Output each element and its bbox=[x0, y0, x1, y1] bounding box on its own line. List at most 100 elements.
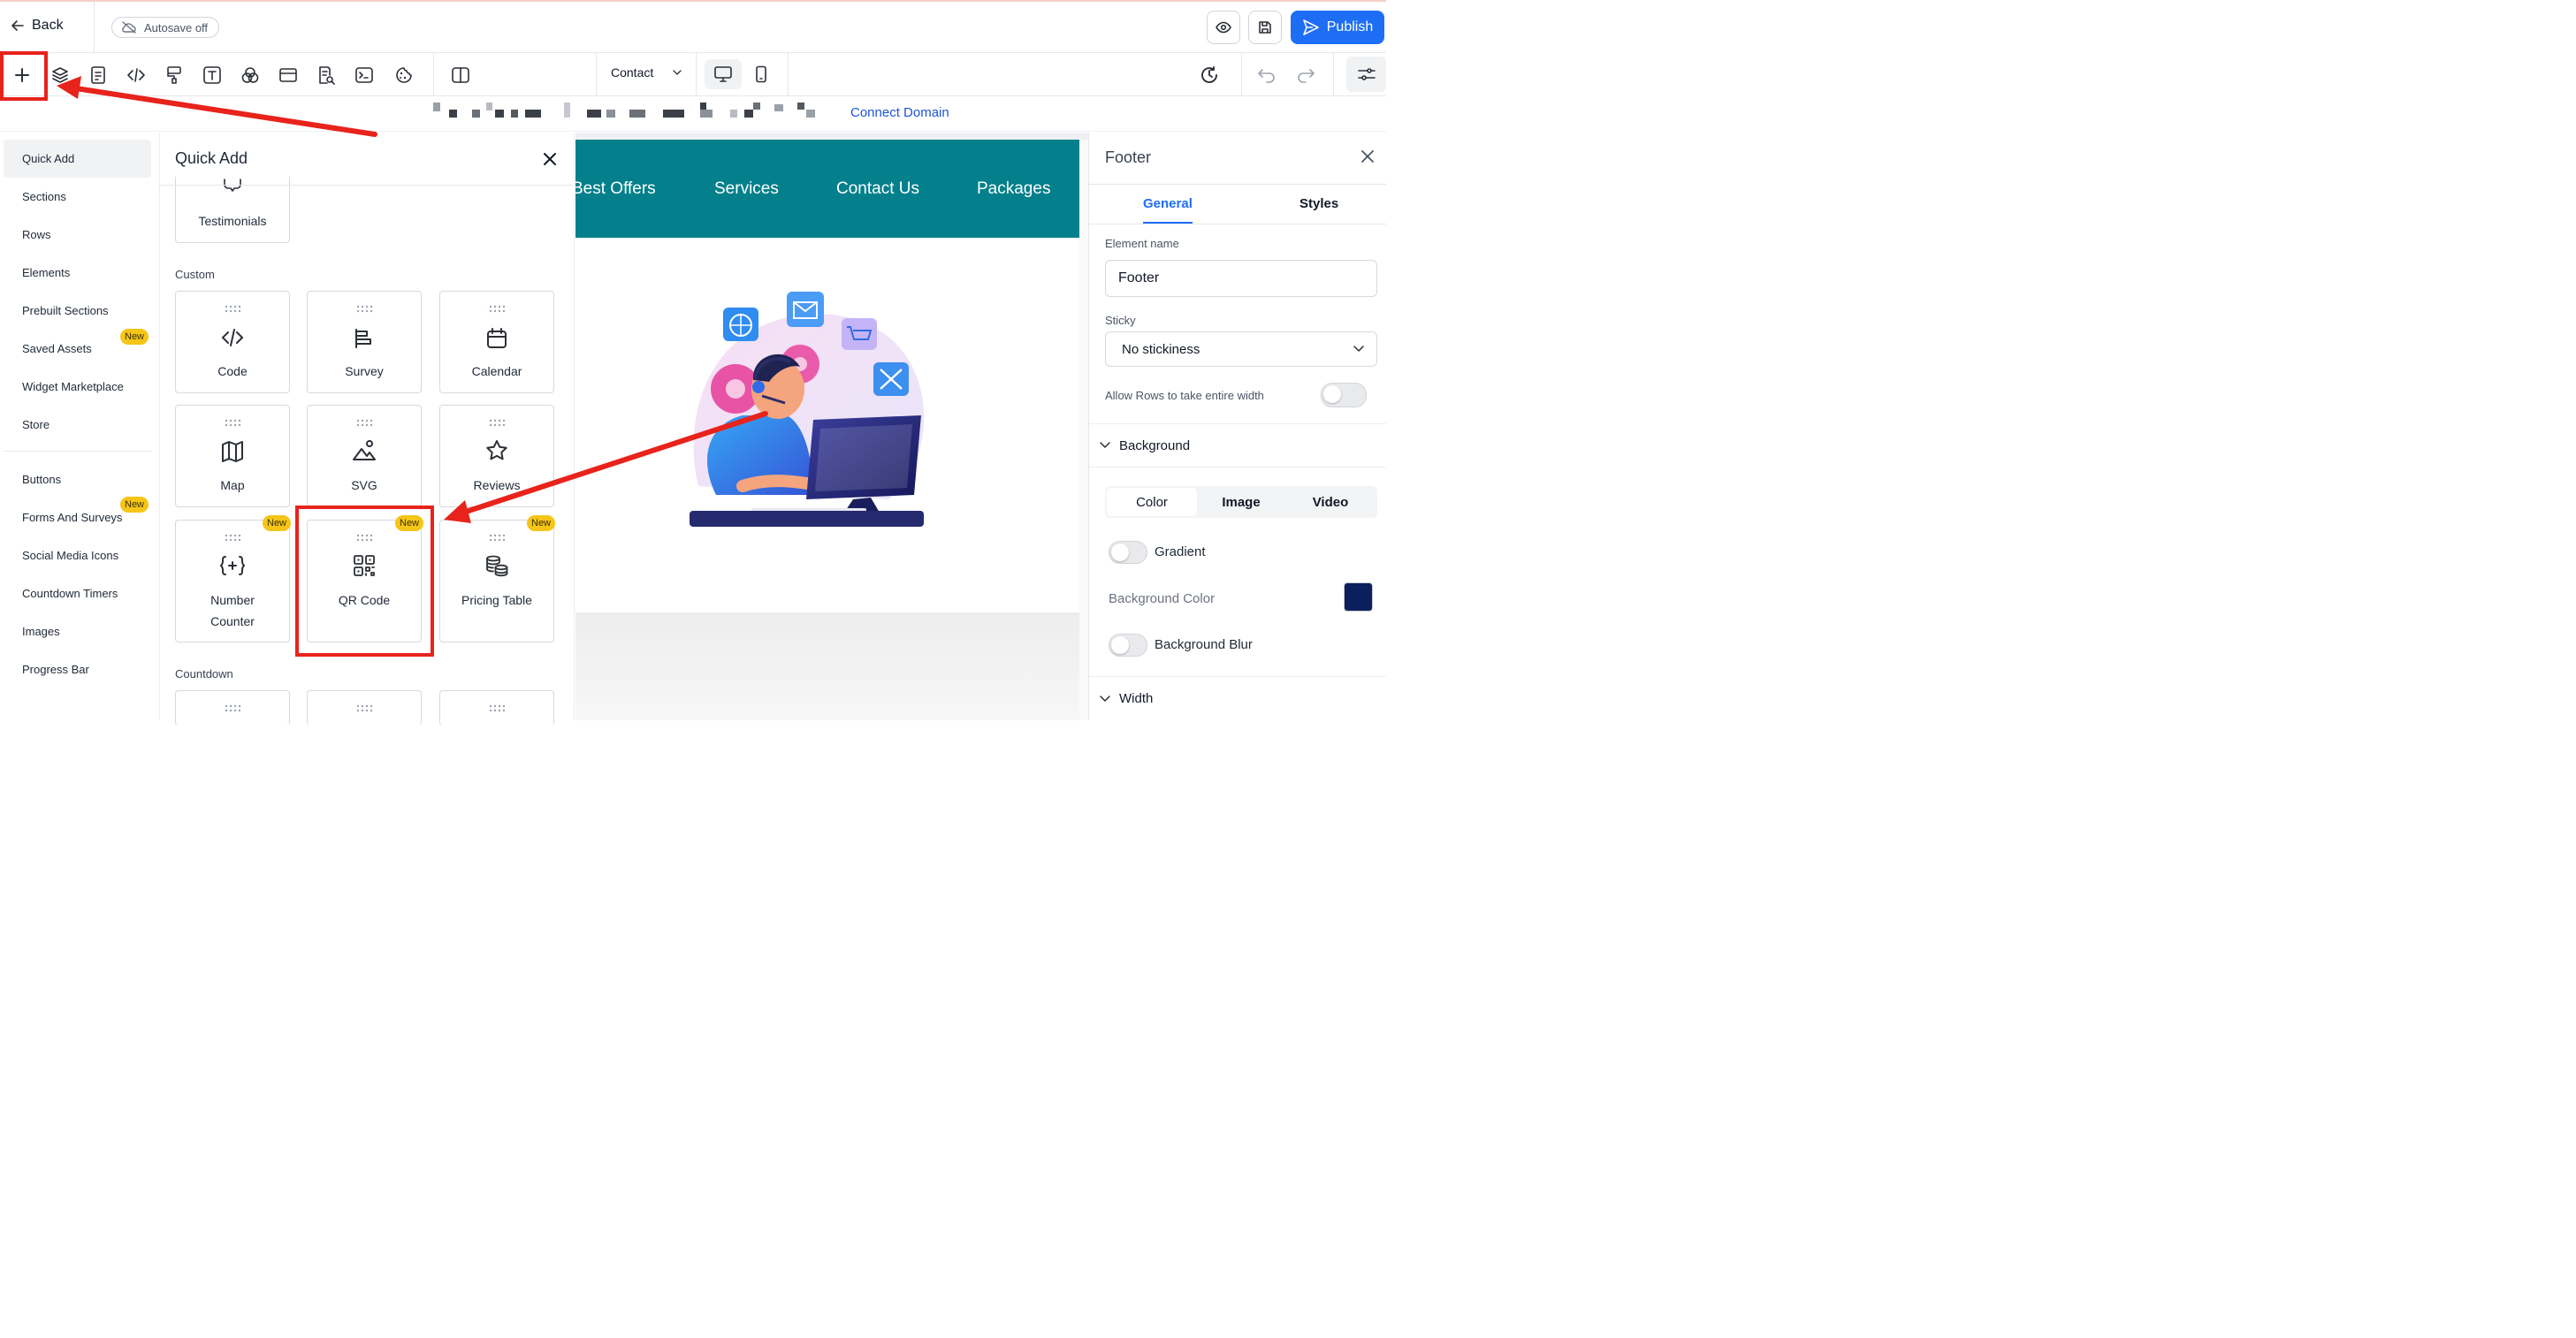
history-icon[interactable] bbox=[1198, 64, 1221, 87]
paint-icon[interactable] bbox=[163, 64, 186, 87]
background-color-swatch[interactable] bbox=[1344, 582, 1373, 612]
site-nav-link[interactable]: Contact Us bbox=[836, 179, 919, 199]
nav-item-widget-marketplace[interactable]: Widget Marketplace bbox=[22, 380, 124, 393]
element-name-input[interactable]: Footer bbox=[1105, 260, 1377, 297]
divider bbox=[94, 2, 95, 52]
drag-handle-icon[interactable] bbox=[488, 416, 506, 427]
widget-card-countdown[interactable] bbox=[439, 690, 554, 726]
drag-handle-icon[interactable] bbox=[355, 702, 373, 712]
drag-handle-icon[interactable] bbox=[224, 416, 241, 427]
nav-item-rows[interactable]: Rows bbox=[22, 228, 51, 241]
canvas-footer-section[interactable] bbox=[575, 612, 1079, 720]
nav-item-buttons[interactable]: Buttons bbox=[22, 473, 61, 486]
drag-handle-icon[interactable] bbox=[488, 702, 506, 712]
bg-tab-color[interactable]: Color bbox=[1107, 488, 1197, 516]
connect-domain-link[interactable]: Connect Domain bbox=[850, 105, 949, 120]
widget-card-reviews[interactable]: Reviews bbox=[439, 405, 554, 507]
widget-card-label: Map bbox=[220, 478, 245, 492]
background-accordion[interactable]: Background bbox=[1089, 423, 1386, 468]
widget-card-number-counter[interactable]: Number Counter bbox=[175, 520, 290, 642]
site-nav-link[interactable]: Packages bbox=[977, 179, 1050, 199]
divider bbox=[433, 53, 434, 96]
tab-general[interactable]: General bbox=[1143, 196, 1193, 211]
site-nav-link[interactable]: Best Offers bbox=[572, 179, 656, 199]
widget-card-countdown[interactable] bbox=[175, 690, 290, 726]
text-icon[interactable] bbox=[201, 64, 224, 87]
section-label-countdown: Countdown bbox=[175, 667, 233, 680]
widget-card-label: Survey bbox=[345, 364, 384, 378]
widget-card-calendar[interactable]: Calendar bbox=[439, 291, 554, 393]
widget-card-countdown[interactable] bbox=[307, 690, 422, 726]
gradient-toggle[interactable] bbox=[1109, 541, 1147, 564]
sticky-select[interactable]: No stickiness bbox=[1105, 331, 1377, 367]
divider bbox=[4, 451, 151, 452]
widget-card-testimonials[interactable]: Testimonials bbox=[175, 177, 290, 243]
new-badge: New bbox=[120, 329, 149, 345]
drag-handle-icon[interactable] bbox=[488, 531, 506, 542]
autosave-toggle[interactable]: Autosave off bbox=[111, 17, 220, 38]
drag-handle-icon[interactable] bbox=[224, 702, 241, 712]
widget-card-code[interactable]: Code bbox=[175, 291, 290, 393]
autosave-label: Autosave off bbox=[144, 20, 209, 34]
nav-item-sections[interactable]: Sections bbox=[22, 190, 66, 203]
nav-item-forms-and-surveys[interactable]: Forms And Surveys bbox=[22, 511, 122, 524]
layers-icon[interactable] bbox=[49, 64, 72, 87]
cookie-icon[interactable] bbox=[392, 64, 415, 87]
widget-card-label: Calendar bbox=[471, 364, 522, 378]
nav-item-elements[interactable]: Elements bbox=[22, 266, 70, 279]
settings-button[interactable] bbox=[1346, 57, 1386, 92]
site-nav-link[interactable]: Services bbox=[714, 179, 779, 199]
nav-item-social-media-icons[interactable]: Social Media Icons bbox=[22, 549, 118, 562]
close-icon[interactable] bbox=[541, 150, 559, 168]
nav-item-quick-add[interactable]: Quick Add bbox=[22, 152, 74, 165]
nav-item-images[interactable]: Images bbox=[22, 625, 60, 638]
new-badge: New bbox=[527, 515, 556, 531]
nav-item-store[interactable]: Store bbox=[22, 418, 50, 431]
nav-item-countdown-timers[interactable]: Countdown Timers bbox=[22, 587, 118, 600]
publish-button[interactable]: Publish bbox=[1291, 11, 1384, 44]
monitor-icon bbox=[713, 65, 733, 83]
widget-card-label: Code bbox=[217, 364, 248, 378]
survey-icon bbox=[353, 327, 376, 354]
color-icon[interactable] bbox=[239, 64, 262, 87]
page-icon[interactable] bbox=[87, 64, 110, 87]
tab-styles[interactable]: Styles bbox=[1299, 196, 1338, 211]
gradient-label: Gradient bbox=[1155, 544, 1206, 559]
code-icon[interactable] bbox=[125, 64, 148, 87]
undo-icon[interactable] bbox=[1255, 64, 1278, 87]
preview-button[interactable] bbox=[1207, 11, 1240, 44]
drag-handle-icon[interactable] bbox=[224, 531, 241, 542]
element-name-label: Element name bbox=[1105, 237, 1179, 250]
nav-item-saved-assets[interactable]: Saved Assets bbox=[22, 342, 92, 355]
nav-item-prebuilt-sections[interactable]: Prebuilt Sections bbox=[22, 304, 109, 317]
widget-card-pricing-table[interactable]: Pricing Table bbox=[439, 520, 554, 642]
back-button[interactable]: Back bbox=[11, 18, 64, 34]
nav-item-progress-bar[interactable]: Progress Bar bbox=[22, 663, 89, 676]
page-select[interactable]: Contact bbox=[611, 65, 682, 80]
bg-tab-image[interactable]: Image bbox=[1197, 488, 1285, 516]
drag-handle-icon[interactable] bbox=[224, 302, 241, 313]
save-button[interactable] bbox=[1248, 11, 1282, 44]
mobile-view-button[interactable] bbox=[750, 59, 773, 89]
drag-handle-icon[interactable] bbox=[355, 416, 373, 427]
width-accordion[interactable]: Width bbox=[1089, 676, 1386, 720]
background-blur-toggle[interactable] bbox=[1109, 634, 1147, 657]
desktop-view-button[interactable] bbox=[705, 59, 742, 89]
drag-handle-icon[interactable] bbox=[488, 302, 506, 313]
terminal-icon[interactable] bbox=[353, 64, 376, 87]
widget-card-map[interactable]: Map bbox=[175, 405, 290, 507]
blurred-url bbox=[433, 103, 822, 118]
drag-handle-icon[interactable] bbox=[355, 302, 373, 313]
widget-card-survey[interactable]: Survey bbox=[307, 291, 422, 393]
bg-tab-video[interactable]: Video bbox=[1286, 488, 1375, 516]
widget-card-svg[interactable]: SVG bbox=[307, 405, 422, 507]
section-icon[interactable] bbox=[277, 64, 300, 87]
panel-title: Footer bbox=[1105, 148, 1152, 166]
redo-icon[interactable] bbox=[1294, 64, 1317, 87]
seo-icon[interactable] bbox=[315, 64, 338, 87]
chevron-down-icon bbox=[1353, 346, 1364, 353]
allow-rows-toggle[interactable] bbox=[1321, 383, 1367, 407]
chevron-down-icon bbox=[673, 70, 682, 75]
split-view-icon[interactable] bbox=[449, 64, 472, 87]
close-icon[interactable] bbox=[1360, 148, 1376, 164]
